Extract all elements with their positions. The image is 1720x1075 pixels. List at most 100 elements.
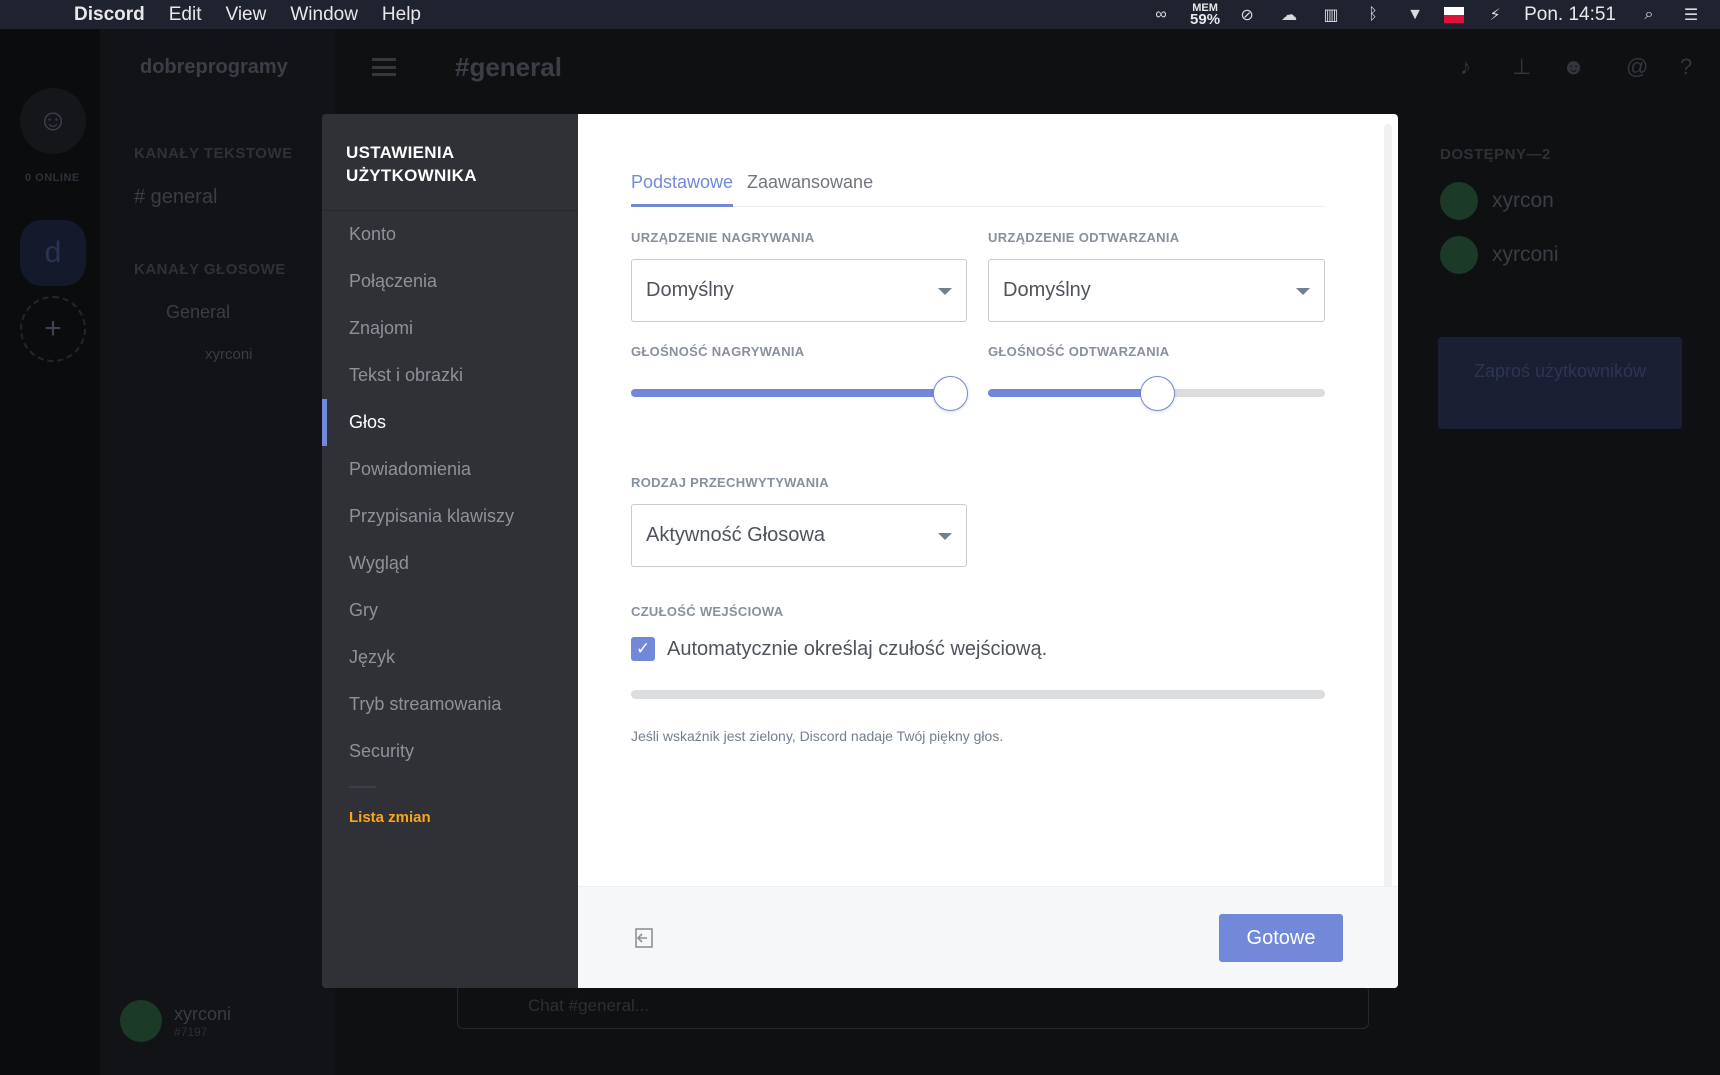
input-language-flag-icon[interactable] (1444, 6, 1465, 23)
auto-sensitivity-checkbox[interactable]: ✓ (631, 637, 655, 661)
members-header: DOSTĘPNY—2 (1440, 146, 1551, 163)
memory-indicator[interactable]: MEM 59% (1190, 2, 1221, 28)
avatar (120, 1000, 162, 1042)
add-server-icon[interactable]: + (20, 296, 86, 362)
creative-cloud-icon[interactable]: ∞ (1148, 5, 1174, 25)
clock[interactable]: Pon. 14:51 (1524, 4, 1616, 26)
settings-footer: Gotowe (578, 886, 1398, 988)
user-name: xyrconi (174, 1003, 232, 1024)
friends-icon[interactable]: ☺ (20, 88, 86, 154)
tab-zaawansowane[interactable]: Zaawansowane (747, 172, 873, 193)
avatar (1440, 182, 1478, 220)
user-settings-modal: USTAWIENIA UŻYTKOWNIKA Konto Połączenia … (322, 114, 1398, 988)
user-tag: #7197 (174, 1024, 208, 1039)
menu-view[interactable]: View (226, 4, 267, 26)
spotlight-search-icon[interactable]: ⌕ (1636, 5, 1662, 25)
output-volume-slider[interactable] (988, 376, 1325, 411)
bell-icon[interactable]: ♪ (1460, 54, 1471, 80)
menu-window[interactable]: Window (290, 4, 358, 26)
input-mode-value: Aktywność Głosowa (646, 524, 825, 546)
server-letter: d (44, 236, 62, 269)
sensitivity-hint: Jeśli wskaźnik jest zielony, Discord nad… (631, 728, 1004, 744)
output-device-select[interactable]: Domyślny (988, 259, 1325, 322)
input-device-select[interactable]: Domyślny (631, 259, 967, 322)
menu-edit[interactable]: Edit (169, 4, 202, 26)
nav-konto[interactable]: Konto (322, 211, 578, 258)
nav-polaczenia[interactable]: Połączenia (322, 258, 578, 305)
voice-tabs: Podstawowe Zaawansowane (631, 136, 1325, 207)
help-icon[interactable]: ? (1680, 54, 1692, 80)
output-volume-label: GŁOŚNOŚĆ ODTWARZANIA (988, 344, 1170, 359)
nav-gry[interactable]: Gry (322, 587, 578, 634)
chat-input[interactable]: Chat #general... (457, 985, 1369, 1029)
cloud-icon[interactable]: ☁ (1276, 5, 1302, 25)
input-device-value: Domyślny (646, 279, 734, 301)
nav-znajomi[interactable]: Znajomi (322, 305, 578, 352)
channel-title: #general (455, 52, 562, 82)
nav-powiadomienia[interactable]: Powiadomienia (322, 446, 578, 493)
wifi-icon[interactable]: ▼ (1402, 5, 1428, 25)
slider-handle[interactable] (933, 376, 969, 411)
nav-wyglad[interactable]: Wygląd (322, 540, 578, 587)
nav-przypisania-klawiszy[interactable]: Przypisania klawiszy (322, 493, 578, 540)
settings-content: Podstawowe Zaawansowane URZĄDZENIE NAGRY… (578, 114, 1398, 988)
server-name[interactable]: dobreprogramy (140, 56, 288, 79)
bluetooth-icon[interactable]: ᛒ (1360, 5, 1386, 25)
members-icon[interactable]: ☻ (1562, 54, 1585, 80)
chevron-down-icon (938, 288, 952, 295)
nav-security[interactable]: Security (322, 728, 578, 775)
invite-label: Zaproś użytkowników (1473, 361, 1647, 381)
server-icon-d[interactable]: d (20, 220, 86, 286)
menu-help[interactable]: Help (382, 4, 421, 26)
slider-handle[interactable] (1139, 376, 1175, 411)
channel-general[interactable]: # general (134, 186, 217, 209)
auto-sensitivity-label[interactable]: Automatycznie określaj czułość wejściową… (667, 638, 1047, 661)
changelog-link[interactable]: Lista zmian (349, 809, 431, 826)
member-item[interactable]: xyrcon (1440, 182, 1554, 220)
divider (349, 786, 376, 788)
hamburger-menu-icon[interactable] (372, 58, 396, 76)
chevron-down-icon (938, 533, 952, 540)
server-list (0, 29, 100, 1075)
voice-channel-general[interactable]: General (166, 302, 230, 323)
nav-tryb-streamowania[interactable]: Tryb streamowania (322, 681, 578, 728)
nav-glos[interactable]: Głos (322, 399, 578, 446)
notification-center-icon[interactable]: ☰ (1678, 5, 1704, 25)
member-name: xyrcon (1492, 189, 1554, 212)
input-mode-select[interactable]: Aktywność Głosowa (631, 504, 967, 567)
member-name: xyrconi (1492, 243, 1559, 266)
pin-icon[interactable]: ⊥ (1512, 54, 1531, 80)
tab-podstawowe[interactable]: Podstawowe (631, 172, 734, 207)
logout-icon[interactable] (633, 927, 655, 949)
nav-tekst-i-obrazki[interactable]: Tekst i obrazki (322, 352, 578, 399)
battery-meter-icon[interactable]: ▥ (1318, 5, 1344, 25)
member-list: DOSTĘPNY—2 xyrcon xyrconi (1420, 130, 1720, 1030)
online-count: 0 ONLINE (25, 172, 80, 184)
voice-user: xyrconi (205, 346, 253, 363)
sensitivity-label: CZUŁOŚĆ WEJŚCIOWA (631, 604, 784, 619)
voice-channels-header: KANAŁY GŁOSOWE (134, 261, 286, 278)
battery-icon[interactable]: ⚡ (1482, 5, 1508, 25)
done-button[interactable]: Gotowe (1219, 914, 1343, 962)
sensitivity-meter (631, 690, 1325, 699)
input-volume-slider[interactable] (631, 376, 969, 411)
settings-sidebar: USTAWIENIA UŻYTKOWNIKA Konto Połączenia … (322, 114, 578, 988)
nav-jezyk[interactable]: Język (322, 634, 578, 681)
mention-icon[interactable]: @ (1626, 54, 1648, 80)
chat-placeholder: Chat #general... (528, 996, 649, 1015)
mac-menubar: Discord Edit View Window Help ∞ MEM 59% ⊘… (0, 0, 1720, 29)
scrollbar[interactable] (1384, 124, 1392, 890)
settings-title: USTAWIENIA UŻYTKOWNIKA (346, 143, 477, 185)
sync-icon[interactable]: ⊘ (1234, 5, 1260, 25)
auto-sensitivity-row[interactable]: ✓ Automatycznie określaj czułość wejścio… (631, 637, 1047, 661)
mem-value: 59% (1190, 10, 1221, 28)
invite-button[interactable]: Zaproś użytkowników (1438, 337, 1682, 429)
text-channels-header: KANAŁY TEKSTOWE (134, 145, 293, 162)
input-device-label: URZĄDZENIE NAGRYWANIA (631, 230, 815, 245)
member-item[interactable]: xyrconi (1440, 236, 1559, 274)
slider-fill (631, 389, 951, 397)
menu-app-name[interactable]: Discord (74, 4, 145, 26)
user-panel: xyrconi #7197 (120, 1000, 231, 1042)
input-mode-label: RODZAJ PRZECHWYTYWANIA (631, 475, 829, 490)
chevron-down-icon (1296, 288, 1310, 295)
